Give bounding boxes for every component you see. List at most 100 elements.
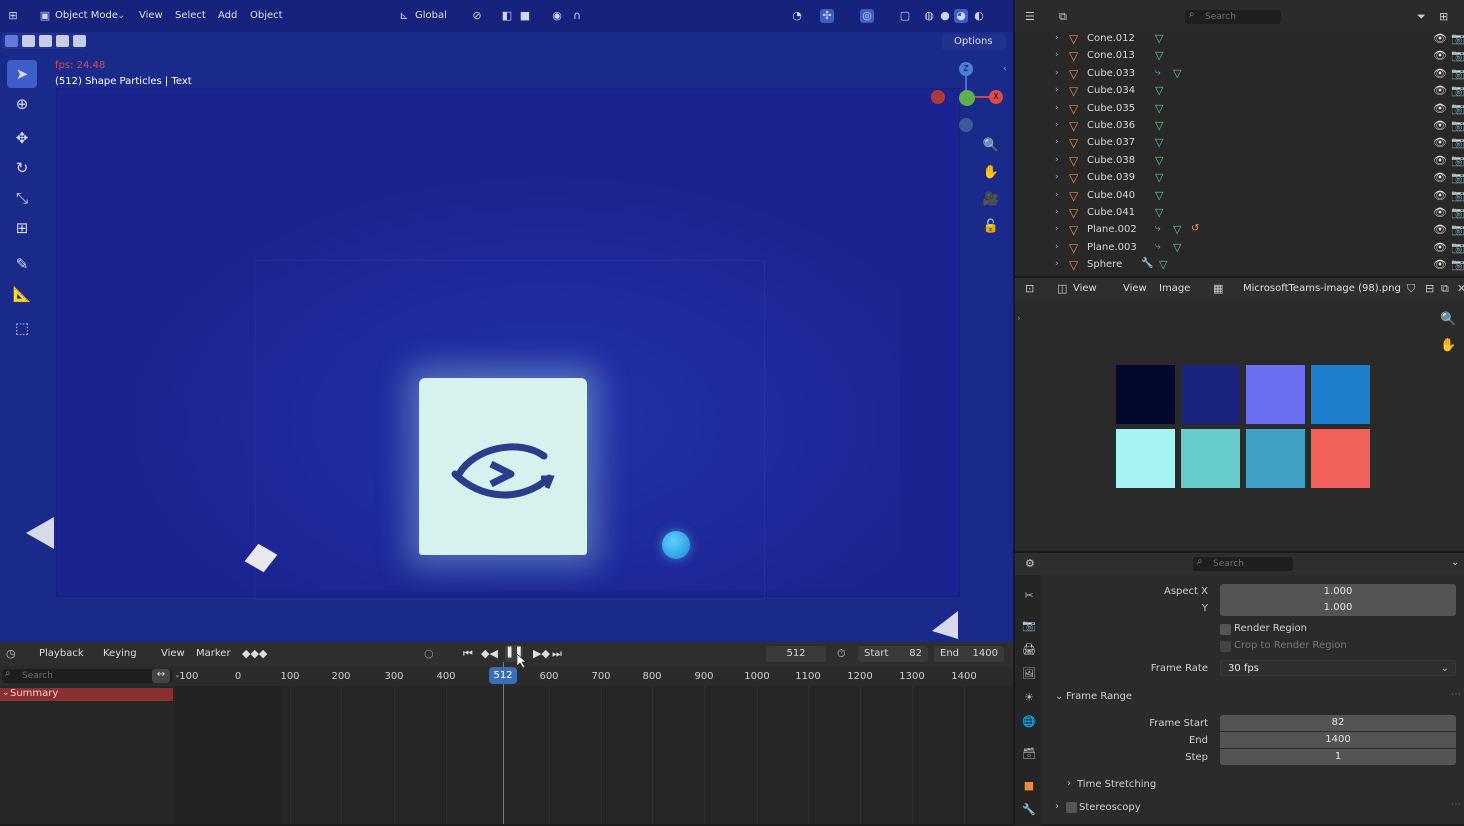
cursor-tool-icon[interactable]: ⊕ [7,90,37,118]
outliner-item[interactable]: › ▽ Cube.036 ▽ 👁 📷 [1015,118,1464,135]
mesh-data-icon[interactable]: ▽ [1155,189,1163,202]
menu-view[interactable]: View [139,10,163,21]
expand-icon[interactable]: › [1055,50,1059,60]
summary-channel[interactable]: ⌄ Summary [0,688,173,701]
outliner-item[interactable]: › ▽ Cube.038 ▽ 👁 📷 [1015,153,1464,170]
fake-user-icon[interactable]: ⛉ [1407,282,1415,296]
dopesheet-area[interactable] [175,686,1013,824]
rendered-shading-icon[interactable]: ◐ [972,9,986,23]
lock-icon[interactable]: 🔓 [980,216,1002,238]
overlays-icon[interactable]: ◎ [860,9,874,23]
3d-viewport[interactable]: ⊞ ▣ Object Mode ⌄ View Select Add Object… [0,0,1013,642]
pivot-icon[interactable]: ⊘ [470,9,484,23]
render-region-checkbox[interactable] [1220,624,1231,635]
view-menu[interactable]: View [161,648,185,659]
mesh-data-icon[interactable]: ▽ [1155,49,1163,62]
stereoscopy-checkbox[interactable] [1066,802,1077,813]
outliner-item[interactable]: › ▽ Sphere 🔧 ▽ 👁 📷 [1015,257,1464,274]
options-dropdown[interactable]: Options [942,34,1006,50]
camera-render-icon[interactable]: 📷 [1451,258,1464,271]
eye-icon[interactable]: 👁 [1433,241,1447,254]
new-image-icon[interactable]: ⊟ [1425,282,1434,295]
camera-view-icon[interactable]: 🎥 [980,189,1002,211]
time-stretching-header[interactable]: Time Stretching [1077,779,1156,790]
mesh-data-icon[interactable]: ▽ [1173,241,1181,254]
timeline-editor[interactable]: ◷ Playback Keying View Marker ◆◆◆ ○ ⏮ ◆◀… [0,642,1013,824]
collapse-icon[interactable]: ⌄ [2,688,10,698]
image-name[interactable]: MicrosoftTeams-image (98).png [1243,283,1401,294]
navigation-gizmo[interactable]: Z X [926,56,1006,146]
start-field[interactable]: Start 82 [858,646,928,662]
camera-render-icon[interactable]: 📷 [1451,119,1464,132]
camera-render-icon[interactable]: 📷 [1451,32,1464,45]
eye-icon[interactable]: 👁 [1433,223,1447,236]
marker-menu[interactable]: Marker [196,648,231,659]
expand-icon[interactable]: › [1055,190,1059,200]
camera-render-icon[interactable]: 📷 [1451,223,1464,236]
frame-end-field[interactable]: 1400 [1220,732,1456,748]
frame-rate-dropdown[interactable]: 30 fps ⌄ [1220,660,1456,676]
world-tab-icon[interactable]: 🌐 [1021,715,1037,731]
mesh-data-icon[interactable]: ▽ [1155,32,1163,45]
mesh-data-icon[interactable]: ▽ [1159,258,1167,271]
mesh-data-icon[interactable]: ▽ [1155,84,1163,97]
eye-icon[interactable]: 👁 [1433,154,1447,167]
menu-select[interactable]: Select [175,10,206,21]
outliner-item[interactable]: › ▽ Cube.034 ▽ 👁 📷 [1015,83,1464,100]
chevron-right-icon[interactable]: › [1055,801,1059,812]
camera-render-icon[interactable]: 📷 [1451,206,1464,219]
select-invert-icon[interactable] [56,35,69,47]
add-cube-tool-icon[interactable]: ⬚ [7,314,37,342]
image-editor[interactable]: ⊡ ◫ View View Image ▦ MicrosoftTeams-ima… [1013,276,1464,551]
gizmo-neg-x-icon[interactable] [931,90,945,104]
camera-render-icon[interactable]: 📷 [1451,171,1464,184]
view-menu[interactable]: View [1123,283,1147,294]
eye-icon[interactable]: 👁 [1433,206,1447,219]
pan-hand-icon[interactable]: ✋ [1440,338,1456,353]
render-tab-icon[interactable]: 📷 [1021,619,1037,635]
view-mode-icon[interactable]: ◫ [1057,282,1067,295]
camera-render-icon[interactable]: 📷 [1451,241,1464,254]
expand-icon[interactable]: › [1055,33,1059,43]
scene-tab-icon[interactable]: ☀ [1021,691,1037,707]
end-field[interactable]: End 1400 [934,646,1004,662]
xray-icon[interactable]: ▢ [898,9,912,23]
image-browse-icon[interactable]: ▦ [1213,282,1223,295]
frame-step-field[interactable]: 1 [1220,749,1456,765]
expand-icon[interactable]: › [1055,172,1059,182]
eye-icon[interactable]: 👁 [1433,119,1447,132]
properties-search-input[interactable]: Search [1193,557,1293,571]
auto-key-icon[interactable]: ○ [424,647,434,660]
open-image-icon[interactable]: ⧉ [1441,282,1449,296]
outliner-item[interactable]: › ▽ Cube.039 ▽ 👁 📷 [1015,170,1464,187]
aspect-x-field[interactable]: 1.000 [1220,584,1456,600]
orientation-dropdown[interactable]: Global [415,10,447,21]
chevron-down-icon[interactable]: ⌄ [1451,557,1459,568]
falloff-icon[interactable]: ∩ [570,9,584,23]
keyframe-nav-icon[interactable]: ◆◆◆ [242,647,267,660]
select-new-icon[interactable] [5,35,18,47]
eye-icon[interactable]: 👁 [1433,67,1447,80]
aspect-y-field[interactable]: 1.000 [1220,600,1456,616]
jump-start-icon[interactable]: ⏮ [463,647,473,661]
transform-tool-icon[interactable]: ⊞ [7,214,37,242]
mesh-data-icon[interactable]: ▽ [1155,154,1163,167]
new-collection-icon[interactable]: ⊞ [1439,10,1448,23]
outliner-item[interactable]: › ▽ Cube.035 ▽ 👁 📷 [1015,101,1464,118]
eye-icon[interactable]: 👁 [1433,32,1447,45]
mesh-data-icon[interactable]: ▽ [1173,223,1181,236]
scale-tool-icon[interactable]: ⤡ [7,184,37,212]
jump-end-icon[interactable]: ⏭ [552,647,562,661]
camera-render-icon[interactable]: 📷 [1451,136,1464,149]
toolbar-toggle-icon[interactable]: › [1017,314,1021,324]
gizmo-neg-z-icon[interactable] [959,118,973,132]
crop-region-checkbox[interactable] [1220,641,1231,652]
expand-icon[interactable]: › [1055,137,1059,147]
outliner-item[interactable]: › ▽ Plane.003 ⤷ ▽ 👁 📷 [1015,240,1464,257]
menu-add[interactable]: Add [218,10,237,21]
filter-icon[interactable]: ⏷ [1417,10,1426,24]
outliner-editor-type-icon[interactable]: ☰ [1025,10,1035,23]
expand-icon[interactable]: › [1055,242,1059,252]
gizmo-toggle-icon[interactable]: ✣ [820,9,834,23]
image-menu[interactable]: Image [1159,283,1190,294]
